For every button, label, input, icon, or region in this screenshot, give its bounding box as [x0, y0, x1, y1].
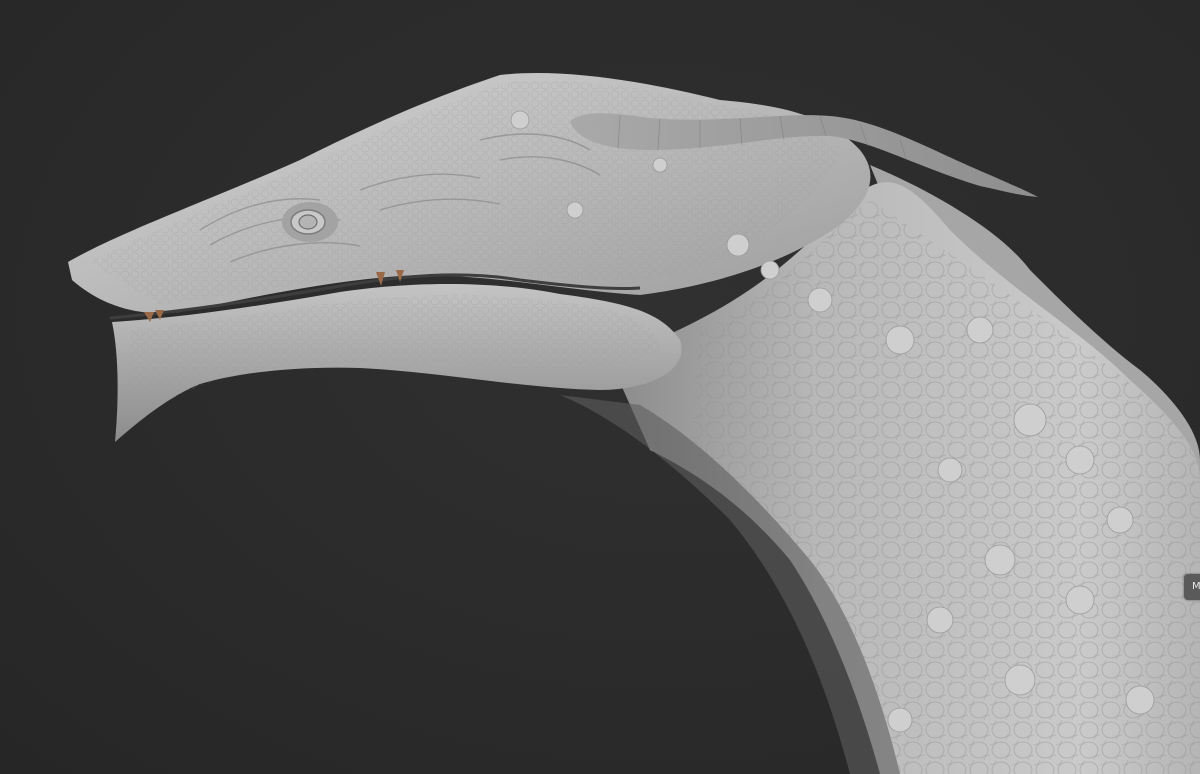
eye — [298, 214, 318, 230]
sculpt-viewport[interactable]: M — [0, 0, 1200, 774]
sculpt-model[interactable] — [0, 0, 1200, 774]
side-menu-tab[interactable]: M — [1184, 574, 1200, 600]
